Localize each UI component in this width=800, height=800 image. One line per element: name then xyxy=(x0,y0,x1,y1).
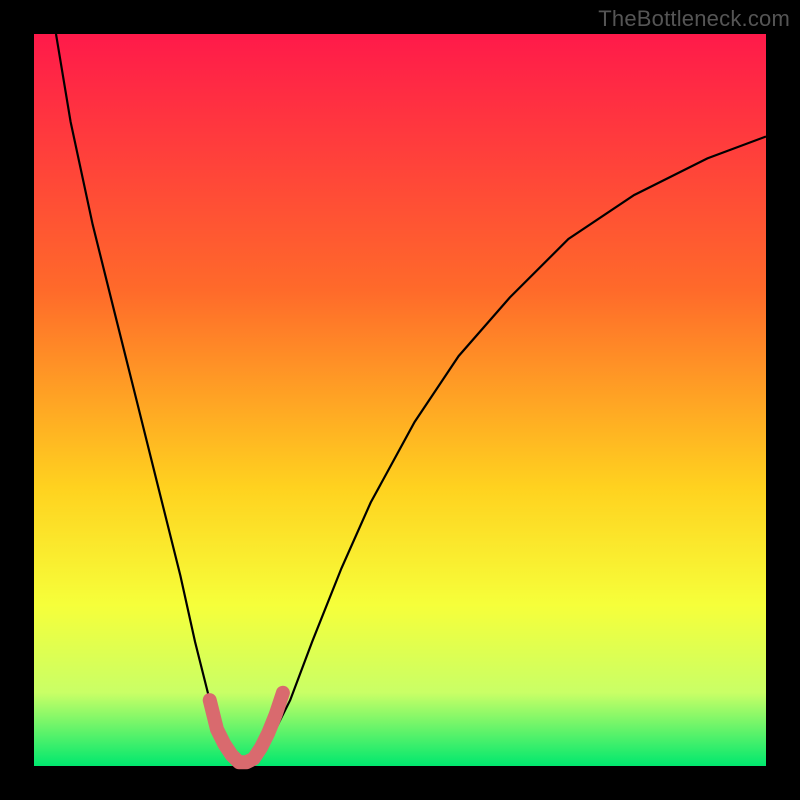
bottleneck-chart xyxy=(0,0,800,800)
chart-frame: TheBottleneck.com xyxy=(0,0,800,800)
watermark-text: TheBottleneck.com xyxy=(598,6,790,32)
plot-background xyxy=(34,34,766,766)
